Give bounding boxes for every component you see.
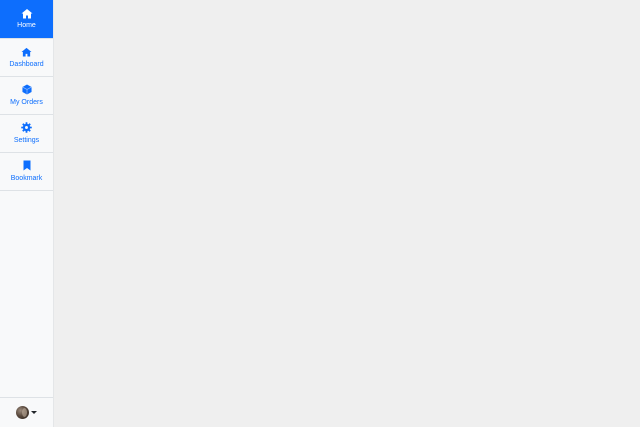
bookmark-icon <box>23 160 31 171</box>
sidebar-nav: Dashboard My Orders Settings Bookmark <box>0 38 53 191</box>
sidebar-item-dashboard[interactable]: Dashboard <box>0 38 53 77</box>
main-content <box>54 0 640 427</box>
sidebar-item-my-orders[interactable]: My Orders <box>0 77 53 115</box>
sidebar-item-settings[interactable]: Settings <box>0 115 53 153</box>
app-window: Home Dashboard My Orders Settings Bookma… <box>0 0 640 427</box>
sidebar: Home Dashboard My Orders Settings Bookma… <box>0 0 54 427</box>
sidebar-item-bookmark[interactable]: Bookmark <box>0 153 53 191</box>
home-icon <box>21 47 32 57</box>
caret-down-icon <box>31 411 37 414</box>
sidebar-item-label: Bookmark <box>10 175 43 182</box>
home-link[interactable]: Home <box>0 0 53 38</box>
sidebar-item-label: My Orders <box>10 99 43 106</box>
sidebar-item-label: Settings <box>13 137 40 144</box>
sidebar-item-label: Dashboard <box>9 60 44 68</box>
avatar <box>16 406 29 419</box>
sidebar-footer <box>0 397 53 427</box>
home-icon <box>21 8 33 19</box>
home-label: Home <box>17 22 36 29</box>
box-icon <box>21 84 32 95</box>
user-menu-toggle[interactable] <box>16 406 37 419</box>
gear-icon <box>21 122 32 133</box>
